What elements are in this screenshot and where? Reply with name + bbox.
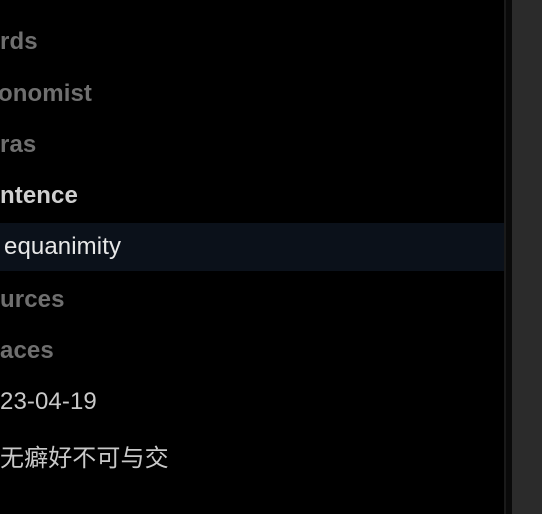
sidebar-item-extras[interactable]: ras bbox=[0, 121, 504, 169]
sidebar-item-economist[interactable]: onomist bbox=[0, 70, 504, 118]
scrollbar[interactable] bbox=[512, 0, 542, 514]
sidebar-item-label: 23-04-19 bbox=[0, 388, 97, 415]
sidebar-item-label: urces bbox=[0, 286, 65, 313]
sidebar-item-places[interactable]: aces bbox=[0, 327, 504, 375]
sidebar-item-label: ras bbox=[0, 131, 37, 158]
sidebar-item-label: equanimity bbox=[4, 233, 122, 260]
sidebar: rds onomist ras ntence equanimity urces … bbox=[0, 0, 506, 514]
sidebar-item-resources[interactable]: urces bbox=[0, 276, 504, 324]
sidebar-item-equanimity[interactable]: equanimity bbox=[0, 223, 504, 271]
sidebar-item-date[interactable]: 23-04-19 bbox=[0, 378, 504, 426]
sidebar-item-label: 无癖好不可与交 bbox=[0, 444, 169, 472]
sidebar-item-words[interactable]: rds bbox=[0, 18, 504, 66]
sidebar-item-sentence[interactable]: ntence bbox=[0, 172, 504, 220]
sidebar-item-label: ntence bbox=[0, 182, 78, 209]
sidebar-item-label: onomist bbox=[0, 80, 93, 107]
sidebar-item-label: rds bbox=[0, 28, 38, 55]
sidebar-item-chinese[interactable]: 无癖好不可与交 bbox=[0, 431, 504, 479]
sidebar-item-label: aces bbox=[0, 337, 54, 364]
